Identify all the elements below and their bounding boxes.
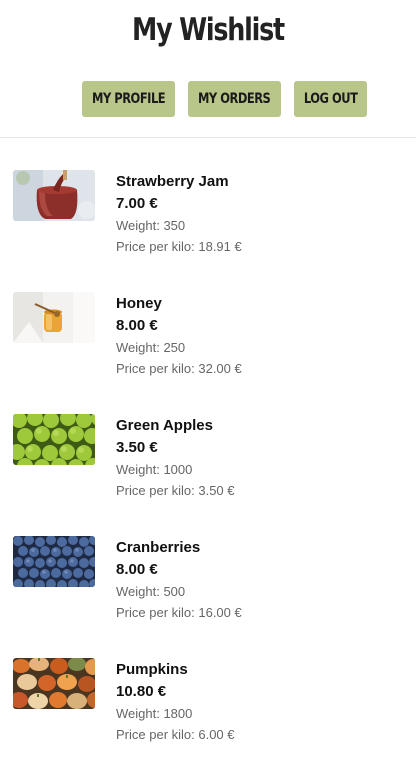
list-item: Green Apples 3.50 € Weight: 1000 Price p… <box>13 414 416 536</box>
item-info: Green Apples 3.50 € Weight: 1000 Price p… <box>116 414 235 536</box>
list-item: Honey 8.00 € Weight: 250 Price per kilo:… <box>13 292 416 414</box>
item-price-per-kilo: Price per kilo: 3.50 € <box>116 483 235 498</box>
log-out-button[interactable]: LOG OUT <box>294 81 367 117</box>
item-price-per-kilo: Price per kilo: 6.00 € <box>116 727 235 742</box>
item-weight: Weight: 500 <box>116 584 186 599</box>
page-title: My Wishlist <box>132 12 285 48</box>
item-info: Cranberries 8.00 € Weight: 500 Price per… <box>116 536 242 658</box>
item-price-per-kilo: Price per kilo: 32.00 € <box>116 361 242 376</box>
my-profile-button[interactable]: MY PROFILE <box>82 81 175 117</box>
item-info: Pumpkins 10.80 € Weight: 1800 Price per … <box>116 658 235 775</box>
log-out-label: LOG OUT <box>303 91 358 107</box>
cranberries-image[interactable] <box>13 536 95 587</box>
strawberry-jam-image[interactable] <box>13 170 95 221</box>
list-item: Pumpkins 10.80 € Weight: 1800 Price per … <box>13 658 416 775</box>
list-item: Strawberry Jam 7.00 € Weight: 350 Price … <box>13 170 416 292</box>
item-name[interactable]: Green Apples <box>116 415 235 437</box>
item-weight: Weight: 250 <box>116 340 186 355</box>
item-info: Honey 8.00 € Weight: 250 Price per kilo:… <box>116 292 242 414</box>
item-info: Strawberry Jam 7.00 € Weight: 350 Price … <box>116 170 242 292</box>
my-profile-label: MY PROFILE <box>91 91 166 107</box>
item-name[interactable]: Pumpkins <box>116 659 235 681</box>
pumpkins-image[interactable] <box>13 658 95 709</box>
item-name[interactable]: Strawberry Jam <box>116 171 242 193</box>
my-orders-button[interactable]: MY ORDERS <box>188 81 281 117</box>
list-item: Cranberries 8.00 € Weight: 500 Price per… <box>13 536 416 658</box>
my-orders-label: MY ORDERS <box>198 91 271 107</box>
item-weight: Weight: 350 <box>116 218 186 233</box>
item-price: 10.80 € <box>116 683 167 700</box>
item-price: 8.00 € <box>116 561 158 578</box>
green-apples-image[interactable] <box>13 414 95 465</box>
item-weight: Weight: 1800 <box>116 706 193 721</box>
item-name[interactable]: Honey <box>116 293 242 315</box>
item-price: 7.00 € <box>116 195 158 212</box>
item-price-per-kilo: Price per kilo: 16.00 € <box>116 605 242 620</box>
item-weight: Weight: 1000 <box>116 462 193 477</box>
wishlist-items: Strawberry Jam 7.00 € Weight: 350 Price … <box>13 170 416 775</box>
item-name[interactable]: Cranberries <box>116 537 242 559</box>
item-price-per-kilo: Price per kilo: 18.91 € <box>116 239 242 254</box>
item-price: 8.00 € <box>116 317 158 334</box>
page-header: My Wishlist MY PROFILE MY ORDERS LOG OUT <box>0 0 416 138</box>
honey-image[interactable] <box>13 292 95 343</box>
wishlist-page: My Wishlist MY PROFILE MY ORDERS LOG OUT <box>0 0 416 775</box>
top-nav: MY PROFILE MY ORDERS LOG OUT <box>82 81 367 117</box>
item-price: 3.50 € <box>116 439 158 456</box>
